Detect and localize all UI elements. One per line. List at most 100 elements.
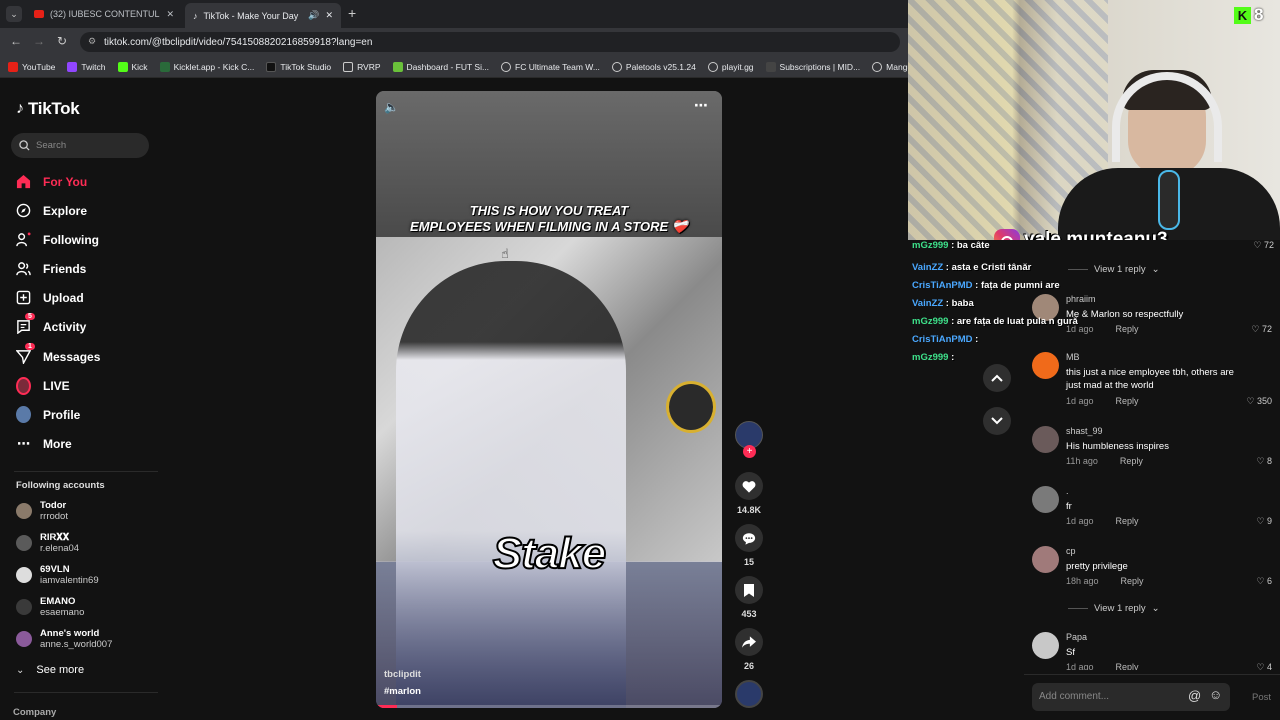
music-disc-avatar[interactable] bbox=[735, 680, 763, 708]
share-button[interactable]: 26 bbox=[735, 628, 763, 671]
video-progress-track[interactable] bbox=[376, 705, 722, 708]
comment-username[interactable]: Papa bbox=[1066, 632, 1087, 642]
comment-username[interactable]: . bbox=[1066, 486, 1069, 496]
add-comment-input[interactable]: Add comment... @ ☺ bbox=[1032, 683, 1230, 711]
comment-like[interactable]: ♡ 72 bbox=[1251, 324, 1272, 335]
nav-friends[interactable]: Friends bbox=[16, 261, 86, 276]
avatar[interactable] bbox=[1032, 632, 1059, 659]
nav-more[interactable]: ⋯ More bbox=[16, 436, 72, 451]
volume-icon[interactable]: 🔈 bbox=[384, 100, 399, 114]
followed-account[interactable]: 69VLN iamvalentin69 bbox=[16, 564, 99, 586]
post-button[interactable]: Post bbox=[1252, 692, 1271, 703]
tab-youtube[interactable]: (32) IUBESC CONTENTUL CRINC ✕ bbox=[26, 3, 182, 25]
close-tab-icon[interactable]: ✕ bbox=[166, 9, 174, 20]
chat-username[interactable]: mGz999 bbox=[912, 316, 948, 327]
comment-text: fr bbox=[1066, 501, 1072, 512]
bookmark-dashboard[interactable]: Dashboard - FUT Si... bbox=[392, 61, 489, 72]
bookmark-playit[interactable]: playit.gg bbox=[707, 61, 754, 72]
avatar[interactable] bbox=[1032, 546, 1059, 573]
nav-upload[interactable]: Upload bbox=[16, 290, 84, 305]
next-video-button[interactable] bbox=[983, 407, 1011, 435]
company-link[interactable]: Company bbox=[13, 707, 56, 718]
reply-button[interactable]: Reply bbox=[1120, 456, 1143, 466]
nav-profile[interactable]: Profile bbox=[16, 406, 80, 423]
nav-explore[interactable]: Explore bbox=[16, 203, 87, 218]
tiktok-logo[interactable]: ♪ TikTok bbox=[16, 99, 80, 119]
messages-badge: 1 bbox=[25, 343, 35, 350]
chat-username[interactable]: mGz999 bbox=[912, 240, 948, 251]
comment-item: cp pretty privilege 18h ago Reply ♡ 6 bbox=[1032, 546, 1278, 596]
avatar[interactable] bbox=[1032, 486, 1059, 513]
nav-messages[interactable]: 1 Messages bbox=[16, 343, 100, 364]
video-author[interactable]: tbclipdit bbox=[384, 669, 421, 680]
comment-text: Me & Marlon so respectfully bbox=[1066, 309, 1184, 320]
chat-username[interactable]: VainZZ bbox=[912, 262, 943, 273]
address-bar[interactable]: ⚙ tiktok.com/@tbclipdit/video/7541508820… bbox=[80, 32, 900, 52]
reply-button[interactable]: Reply bbox=[1121, 576, 1144, 586]
reload-icon[interactable]: ↻ bbox=[57, 34, 67, 48]
reply-button[interactable]: Reply bbox=[1116, 516, 1139, 526]
chat-username[interactable]: mGz999 bbox=[912, 352, 948, 363]
avatar[interactable] bbox=[1032, 352, 1059, 379]
bookmark-rvrp[interactable]: RVRP bbox=[343, 61, 381, 72]
bookmark-kicklet[interactable]: Kicklet.app - Kick C... bbox=[159, 61, 254, 72]
search-input[interactable]: Search bbox=[11, 133, 149, 158]
site-info-icon[interactable]: ⚙ bbox=[88, 36, 96, 47]
reply-button[interactable]: Reply bbox=[1116, 324, 1139, 334]
forward-icon[interactable]: → bbox=[33, 34, 45, 48]
bookmark-youtube[interactable]: YouTube bbox=[8, 61, 55, 72]
nav-activity[interactable]: 5 Activity bbox=[16, 313, 86, 334]
nav-for-you[interactable]: For You bbox=[16, 174, 87, 189]
followed-account[interactable]: EMANO esaemano bbox=[16, 596, 84, 618]
reply-button[interactable]: Reply bbox=[1116, 662, 1139, 670]
comment-button[interactable]: 15 bbox=[735, 524, 763, 567]
comment-like[interactable]: ♡ 6 bbox=[1256, 576, 1272, 587]
comment-username[interactable]: cp bbox=[1066, 546, 1076, 556]
comment-username[interactable]: shast_99 bbox=[1066, 426, 1103, 436]
comment-like[interactable]: ♡ 8 bbox=[1256, 456, 1272, 467]
tab-search-icon[interactable]: ⌄ bbox=[6, 6, 22, 22]
nav-following[interactable]: Following bbox=[16, 232, 99, 247]
followed-account[interactable]: Anne's world anne.s_world007 bbox=[16, 628, 112, 650]
top-like-count[interactable]: ♡ 72 bbox=[1253, 240, 1274, 251]
comment-username[interactable]: phraiim bbox=[1066, 294, 1096, 304]
creator-avatar-button[interactable]: + bbox=[735, 421, 763, 458]
bookmark-paletools[interactable]: Paletools v25.1.24 bbox=[611, 61, 696, 72]
chat-username[interactable]: VainZZ bbox=[912, 298, 943, 309]
comment-username[interactable]: MB bbox=[1066, 352, 1080, 362]
bookmark-tiktok-studio[interactable]: TikTok Studio bbox=[266, 61, 331, 72]
comment-like[interactable]: ♡ 350 bbox=[1246, 396, 1272, 407]
chat-username[interactable]: CrisTiAnPMD bbox=[912, 334, 973, 345]
bookmark-twitch[interactable]: Twitch bbox=[67, 61, 106, 72]
tab-tiktok[interactable]: ♪ TikTok - Make Your Day 🔊 ✕ bbox=[185, 3, 341, 28]
previous-video-button[interactable] bbox=[983, 364, 1011, 392]
reply-button[interactable]: Reply bbox=[1116, 396, 1139, 406]
comment-meta: 1d ago Reply bbox=[1066, 516, 1139, 526]
followed-account[interactable]: Todor rrrodot bbox=[16, 500, 68, 522]
bookmark-subscriptions[interactable]: Subscriptions | MID... bbox=[765, 61, 860, 72]
bookmark-fc-ultimate[interactable]: FC Ultimate Team W... bbox=[501, 61, 600, 72]
see-more-button[interactable]: ⌄ See more bbox=[16, 664, 84, 676]
video-player[interactable]: 🔈 ⋯ THIS IS HOW YOU TREAT EMPLOYEES WHEN… bbox=[376, 91, 722, 708]
back-icon[interactable]: ← bbox=[10, 34, 22, 48]
more-options-icon[interactable]: ⋯ bbox=[694, 97, 708, 114]
view-reply-button[interactable]: View 1 reply ⌄ bbox=[1068, 264, 1160, 275]
chat-username[interactable]: CrisTiAnPMD bbox=[912, 280, 973, 291]
avatar[interactable] bbox=[1032, 426, 1059, 453]
view-reply-button[interactable]: View 1 reply ⌄ bbox=[1068, 603, 1160, 614]
mention-icon[interactable]: @ bbox=[1188, 688, 1201, 703]
new-tab-button[interactable]: + bbox=[348, 5, 356, 21]
follow-plus-icon[interactable]: + bbox=[743, 445, 756, 458]
speaker-icon[interactable]: 🔊 bbox=[308, 10, 319, 21]
like-button[interactable]: 14.8K bbox=[735, 472, 763, 515]
followed-account[interactable]: RIR𝐗𝐗 r.elena04 bbox=[16, 532, 79, 554]
emoji-icon[interactable]: ☺ bbox=[1209, 687, 1222, 702]
close-tab-icon[interactable]: ✕ bbox=[325, 10, 333, 21]
bookmark-manguard[interactable]: Manguard Plus bbox=[872, 61, 908, 72]
nav-live[interactable]: LIVE bbox=[16, 376, 70, 395]
video-hashtag[interactable]: #marlon bbox=[384, 686, 421, 697]
comment-like[interactable]: ♡ 4 bbox=[1256, 662, 1272, 670]
save-button[interactable]: 453 bbox=[735, 576, 763, 619]
comment-like[interactable]: ♡ 9 bbox=[1256, 516, 1272, 527]
bookmark-kick[interactable]: Kick bbox=[117, 61, 148, 72]
